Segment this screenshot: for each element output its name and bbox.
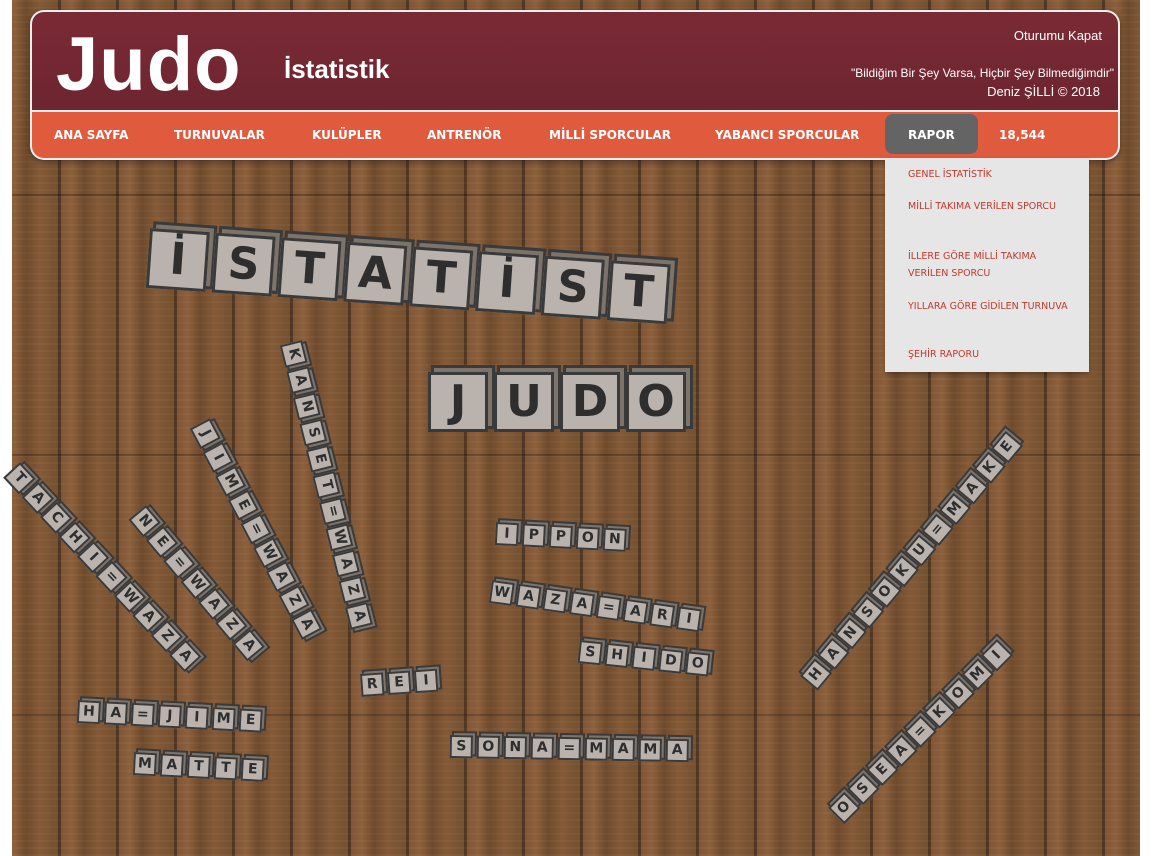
judo-title-blocks-letter: U [494,372,554,432]
nav-tournaments[interactable]: TURNUVALAR [174,112,265,158]
header-quote: "Bildiğim Bir Şey Varsa, Hiçbir Şey Bilm… [850,66,1114,80]
word-sona-mama-letter: M [584,737,608,761]
word-ippon-letter: P [521,523,546,548]
site-header: Judo İstatistik Oturumu Kapat "Bildiğim … [32,12,1118,110]
istatistik-title-blocks-letter: A [343,241,408,306]
istatistik-title-blocks-letter: T [606,260,671,325]
dropdown-city-report[interactable]: ŞEHİR RAPORU [908,346,1073,363]
nav-home[interactable]: ANA SAYFA [54,112,128,158]
judo-title-blocks-letter: D [560,372,620,432]
nav-national-athletes[interactable]: MİLLİ SPORCULAR [549,112,671,158]
istatistik-title-blocks-letter: T [277,237,342,302]
istatistik-title-blocks-letter: İ [475,251,540,316]
word-ippon-letter: N [602,527,627,552]
nav-coaches[interactable]: ANTRENÖR [427,112,501,158]
word-waza-ari-letter: Z [542,587,569,614]
word-hajime-letter: A [103,701,128,726]
word-waza-ari-letter: = [595,595,622,622]
word-waza-ari-letter: A [515,583,542,610]
word-rei-letter: E [386,670,412,696]
word-sona-mama-letter: A [611,737,635,762]
judo-title-blocks-letter: O [626,372,686,432]
word-hajime-letter: H [76,700,101,725]
word-sona-mama-letter: A [665,738,689,763]
istatistik-title-blocks-letter: S [540,255,605,320]
istatistik-title-blocks-letter: S [211,232,276,297]
dropdown-tournaments-by-year[interactable]: YILLARA GÖRE GİDİLEN TURNUVA [908,298,1073,315]
word-rei-letter: I [413,668,439,694]
word-matte-letter: T [213,756,238,781]
word-waza-ari-letter: I [675,606,702,633]
word-shido-letter: S [577,640,603,666]
word-ippon-letter: O [575,526,600,551]
word-matte-letter: M [132,752,157,777]
word-sona-mama-letter: A [530,736,554,760]
word-shido-letter: O [685,651,711,677]
word-waza-ari-letter: A [622,598,649,625]
word-hajime-letter: E [238,708,263,733]
word-rei-letter: R [360,672,385,697]
word-hajime-letter: J [157,704,182,729]
word-shido-letter: I [631,645,657,671]
header-author: Deniz ŞİLLİ © 2018 [987,84,1100,99]
word-matte-letter: T [186,754,211,779]
word-hajime-letter: I [184,705,209,730]
nav-foreign-athletes[interactable]: YABANCI SPORCULAR [715,112,859,158]
judo-title-blocks: JUDO [428,372,692,432]
nav-report[interactable]: RAPOR [908,112,955,158]
nav-clubs[interactable]: KULÜPLER [312,112,382,158]
dropdown-general-statistics[interactable]: GENEL İSTATİSTİK [908,166,1073,183]
report-dropdown-menu: GENEL İSTATİSTİK MİLLİ TAKIMA VERİLEN SP… [885,158,1089,372]
dropdown-national-team-athletes[interactable]: MİLLİ TAKIMA VERİLEN SPORCU [908,198,1073,215]
word-hajime-letter: M [211,707,236,732]
right-border [1140,0,1152,856]
word-hajime-letter: = [130,702,155,727]
word-waza-ari-letter: W [488,580,515,606]
word-sona-mama-letter: O [476,735,500,759]
word-waza-ari-letter: R [649,602,676,629]
istatistik-title-blocks-letter: İ [145,228,210,293]
word-ippon-letter: I [494,522,519,547]
word-matte-letter: A [159,753,184,778]
word-shido-letter: H [604,642,630,669]
word-waza-ari-letter: A [569,591,595,618]
word-sona-mama-letter: S [449,735,473,759]
word-matte-letter: E [240,757,265,782]
word-sona-mama-letter: N [503,735,527,760]
word-ippon-letter: P [548,524,573,549]
judo-title-blocks-letter: J [428,372,488,432]
word-shido-letter: D [658,648,684,674]
istatistik-title-blocks-letter: T [409,246,474,311]
word-sona-mama-letter: = [557,736,581,761]
site-logo[interactable]: Judo [56,22,242,108]
dropdown-national-team-by-province[interactable]: İLLERE GÖRE MİLLİ TAKIMA VERİLEN SPORCU [908,248,1073,282]
site-subtitle: İstatistik [284,54,390,84]
logout-link[interactable]: Oturumu Kapat [1014,28,1102,43]
main-navbar: ANA SAYFA TURNUVALAR KULÜPLER ANTRENÖR M… [32,112,1118,158]
left-border [0,0,12,856]
nav-counter: 18,544 [999,128,1046,142]
word-sona-mama-letter: M [638,738,662,762]
word-sona-mama: S O N A = M A M A [449,735,693,763]
